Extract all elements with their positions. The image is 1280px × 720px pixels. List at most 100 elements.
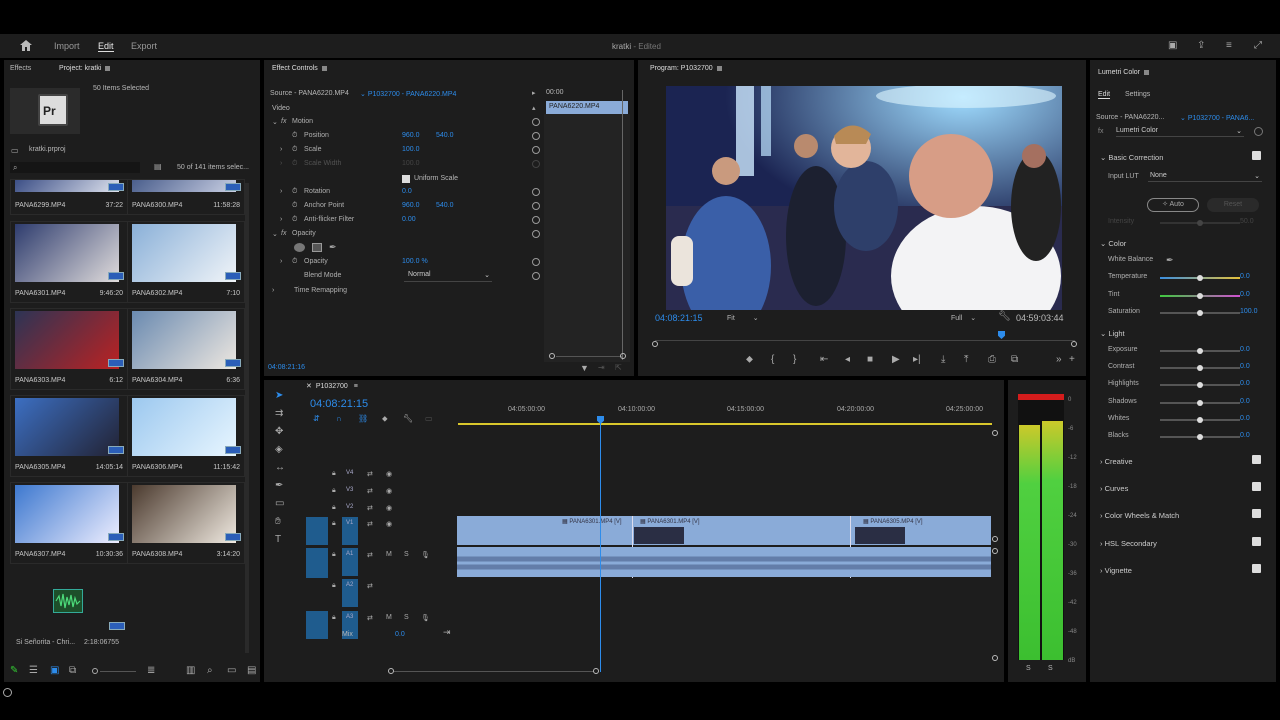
ellipse-mask-icon[interactable] <box>294 243 305 252</box>
h-scroll-bar[interactable] <box>394 671 594 672</box>
program-scrub-bar[interactable] <box>655 340 1075 341</box>
new-bin-icon[interactable]: ▭ <box>227 666 236 676</box>
project-tab[interactable]: Project: kratki <box>59 65 111 72</box>
mix-value[interactable]: 0.0 <box>395 631 405 638</box>
sync-lock-icon[interactable]: ⇄ <box>367 487 373 495</box>
solo-icon[interactable]: S <box>404 614 409 621</box>
track-height-knob-2[interactable] <box>992 548 998 554</box>
fit-dropdown[interactable]: Fit ⌄ <box>727 314 767 322</box>
time-remap-row[interactable]: › Time Remapping <box>270 287 545 301</box>
search-input[interactable] <box>10 162 140 173</box>
lock-icon[interactable]: 🔒︎ <box>332 487 336 495</box>
contrast-slider[interactable] <box>1160 365 1240 372</box>
saturation-slider[interactable] <box>1160 310 1240 316</box>
lumetri-effect-dropdown[interactable]: Lumetri Color ⌄ <box>1116 127 1244 137</box>
quick-export-icon[interactable]: ▣ <box>1168 41 1177 51</box>
mark-out-icon[interactable]: } <box>793 355 796 365</box>
import-tab[interactable]: Import <box>54 41 80 51</box>
reset-anchor-icon[interactable] <box>532 202 540 210</box>
vignette-checkbox[interactable] <box>1252 564 1261 573</box>
anchor-y[interactable]: 540.0 <box>436 202 454 209</box>
color-wheels-checkbox[interactable] <box>1252 509 1261 518</box>
eye-icon[interactable]: ◉ <box>386 487 392 495</box>
program-timecode[interactable]: 04:08:21:15 <box>655 313 703 323</box>
bin-icon[interactable]: ▤ <box>154 162 162 172</box>
track-source-patch[interactable] <box>306 517 328 545</box>
ec-source[interactable]: Source - PANA6220.MP4 <box>270 90 349 97</box>
compare-icon[interactable]: ⧉ <box>1011 355 1018 365</box>
color-wheels-header[interactable]: › Color Wheels & Match <box>1100 511 1179 520</box>
mic-icon[interactable]: 🎙︎ <box>421 551 430 559</box>
media-item[interactable]: PANA6308.MP4 3:14:20 <box>127 482 245 564</box>
export-tab[interactable]: Export <box>131 41 157 51</box>
lock-icon[interactable]: 🔒︎ <box>332 504 336 512</box>
effects-tab[interactable]: Effects <box>10 65 31 72</box>
anchor-x[interactable]: 960.0 <box>402 202 420 209</box>
sequence-tab[interactable]: ✕ P1032700 ≡ <box>306 382 358 390</box>
filter-icon[interactable]: ▼ <box>580 363 589 373</box>
highlights-slider[interactable] <box>1160 382 1240 389</box>
sync-lock-icon[interactable]: ⇄ <box>367 551 373 559</box>
status-icon[interactable] <box>3 688 12 697</box>
scrub-right-knob[interactable] <box>1071 341 1077 347</box>
up-arrow-icon[interactable]: ▴ <box>532 104 536 114</box>
timeline-marker-icon[interactable]: ⬥ <box>382 414 388 424</box>
whites-slider[interactable] <box>1160 416 1240 423</box>
mute-icon[interactable]: M <box>386 614 392 621</box>
highlights-value[interactable]: 0.0 <box>1240 380 1250 387</box>
reset-opacity-icon[interactable] <box>532 258 540 266</box>
selection-tool-icon[interactable]: ➤ <box>275 391 283 401</box>
nest-icon[interactable]: ⇵ <box>313 414 320 424</box>
rectangle-tool-icon[interactable]: ▭ <box>275 499 284 509</box>
uniform-scale-checkbox[interactable] <box>402 175 410 183</box>
eye-icon[interactable]: ◉ <box>386 520 392 528</box>
sort-icon[interactable]: ≣ <box>147 666 155 676</box>
creative-header[interactable]: › Creative <box>1100 457 1133 466</box>
lock-icon[interactable]: 🔒︎ <box>332 520 336 528</box>
h-scroll-right[interactable] <box>593 668 599 674</box>
eye-icon[interactable]: ◉ <box>386 504 392 512</box>
rectangle-mask-icon[interactable] <box>312 243 322 252</box>
blacks-slider[interactable] <box>1160 434 1240 440</box>
eyedropper-icon[interactable]: ✒ <box>1166 255 1174 265</box>
sync-lock-icon[interactable]: ⇄ <box>367 520 373 528</box>
hand-tool-icon[interactable]: ✋︎ <box>275 517 281 527</box>
ec-zoom-left[interactable] <box>549 353 555 359</box>
track-source-patch[interactable] <box>306 548 328 578</box>
zoom-slider-knob[interactable] <box>92 668 98 674</box>
media-item[interactable]: PANA6306.MP4 11:15:42 <box>127 395 245 477</box>
full-dropdown[interactable]: Full ⌄ <box>951 314 991 322</box>
ripple-edit-icon[interactable]: ✥ <box>275 427 283 437</box>
slider-knob[interactable] <box>1197 416 1203 423</box>
media-item[interactable]: PANA6303.MP4 6:12 <box>10 308 128 390</box>
mute-icon[interactable]: M <box>386 551 392 558</box>
zoom-slider[interactable] <box>100 671 136 672</box>
contrast-value[interactable]: 0.0 <box>1240 363 1250 370</box>
reset-flicker-icon[interactable] <box>532 216 540 224</box>
ec-zoom-bar[interactable] <box>556 356 622 357</box>
work-area-bar[interactable] <box>458 423 992 425</box>
whites-value[interactable]: 0.0 <box>1240 415 1250 422</box>
pen-mask-icon[interactable]: ✒ <box>329 242 337 252</box>
basic-correction-checkbox[interactable] <box>1252 151 1261 160</box>
solo-left[interactable]: S <box>1026 665 1031 672</box>
ec-zoom-right[interactable] <box>620 353 626 359</box>
scale-value[interactable]: 100.0 <box>402 146 420 153</box>
lock-icon[interactable]: 🔒︎ <box>332 614 336 622</box>
edit-tab[interactable]: Edit <box>98 41 114 52</box>
hsl-checkbox[interactable] <box>1252 537 1261 546</box>
lock-icon[interactable]: 🔒︎ <box>332 470 336 478</box>
sync-lock-icon[interactable]: ⇄ <box>367 504 373 512</box>
play-icon[interactable]: ▶ <box>892 355 900 365</box>
tint-value[interactable]: 0.0 <box>1240 291 1250 298</box>
media-item[interactable]: PANA6307.MP4 10:30:36 <box>10 482 128 564</box>
timeline-settings-icon[interactable]: 🔧︎ <box>403 414 413 424</box>
reset-opacity-effect-icon[interactable] <box>532 230 540 238</box>
position-y[interactable]: 540.0 <box>436 132 454 139</box>
tint-slider[interactable] <box>1160 293 1240 299</box>
flicker-value[interactable]: 0.00 <box>402 216 416 223</box>
curves-header[interactable]: › Curves <box>1100 484 1128 493</box>
track-source-patch[interactable] <box>306 611 328 639</box>
wrench-icon[interactable]: 🔧︎ <box>998 312 1011 322</box>
workspaces-icon[interactable]: ≡ <box>1226 41 1232 51</box>
